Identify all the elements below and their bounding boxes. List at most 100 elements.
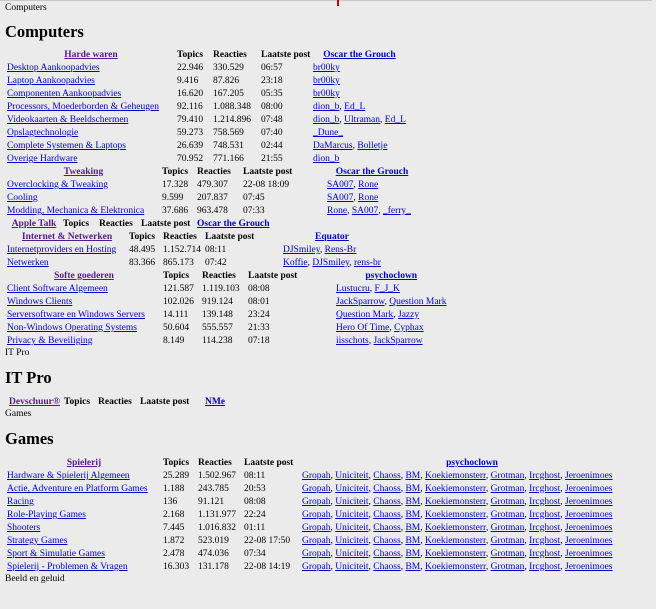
moderator-link[interactable]: dion_b — [313, 115, 339, 125]
forum-link[interactable]: Hardware & Spielerij Algemeen — [7, 471, 130, 481]
moderator-link[interactable]: Grotman — [491, 549, 525, 559]
forum-link[interactable]: Netwerken — [7, 258, 49, 268]
moderator-link[interactable]: Ircghost — [529, 471, 560, 481]
moderator-link[interactable]: Uniciteit — [335, 471, 368, 481]
group-link[interactable]: Harde waren — [64, 50, 117, 60]
forum-link[interactable]: Shooters — [7, 523, 40, 533]
moderator-link[interactable]: SA007 — [327, 180, 353, 190]
moderator-link[interactable]: Uniciteit — [335, 497, 368, 507]
moderator-link[interactable]: Gropah — [302, 523, 331, 533]
moderator-link[interactable]: Chaoss — [373, 523, 400, 533]
moderator-link[interactable]: Ircghost — [529, 536, 560, 546]
moderator-link[interactable]: Uniciteit — [335, 523, 368, 533]
moderator-link[interactable]: Bolletje — [357, 141, 387, 151]
group-moderator-link[interactable]: psychoclown — [446, 458, 498, 468]
moderator-link[interactable]: Chaoss — [373, 510, 400, 520]
moderator-link[interactable]: Jazzy — [398, 310, 419, 320]
moderator-link[interactable]: Gropah — [302, 510, 331, 520]
moderator-link[interactable]: Chaoss — [373, 562, 400, 572]
moderator-link[interactable]: Koekiemonsterr — [425, 471, 486, 481]
group-link[interactable]: Softe goederen — [54, 271, 114, 281]
moderator-link[interactable]: Grotman — [491, 536, 525, 546]
moderator-link[interactable]: Ircghost — [529, 497, 560, 507]
forum-link[interactable]: Overige Hardware — [7, 154, 77, 164]
moderator-link[interactable]: Gropah — [302, 497, 331, 507]
moderator-link[interactable]: br00ky — [313, 89, 340, 99]
moderator-link[interactable]: Koekiemonsterr — [425, 549, 486, 559]
moderator-link[interactable]: Uniciteit — [335, 510, 368, 520]
moderator-link[interactable]: Uniciteit — [335, 536, 368, 546]
moderator-link[interactable]: br00ky — [313, 76, 340, 86]
moderator-link[interactable]: Hero Of Time — [336, 323, 389, 333]
moderator-link[interactable]: Gropah — [302, 562, 331, 572]
moderator-link[interactable]: BM — [405, 484, 420, 494]
moderator-link[interactable]: BM — [405, 536, 420, 546]
forum-link[interactable]: Non-Windows Operating Systems — [7, 323, 137, 333]
moderator-link[interactable]: DJSmiley — [283, 245, 320, 255]
forum-link[interactable]: Cooling — [7, 193, 38, 203]
moderator-link[interactable]: BM — [405, 497, 420, 507]
moderator-link[interactable]: Koekiemonsterr — [425, 497, 486, 507]
moderator-link[interactable]: Grotman — [491, 484, 525, 494]
moderator-link[interactable]: Rone — [358, 180, 378, 190]
moderator-link[interactable]: _Dune_ — [313, 128, 343, 138]
group-link[interactable]: Spielerij — [67, 458, 101, 468]
moderator-link[interactable]: BM — [405, 562, 420, 572]
moderator-link[interactable]: Jeroenimoes — [565, 562, 613, 572]
moderator-link[interactable]: iisschots — [336, 336, 369, 346]
moderator-link[interactable]: Rens-Br — [325, 245, 357, 255]
group-moderator-link[interactable]: NMe — [205, 397, 225, 407]
moderator-link[interactable]: Jeroenimoes — [565, 523, 613, 533]
moderator-link[interactable]: Jeroenimoes — [565, 549, 613, 559]
moderator-link[interactable]: Ircghost — [529, 484, 560, 494]
moderator-link[interactable]: JackSparrow — [373, 336, 422, 346]
forum-link[interactable]: Client Software Algemeen — [7, 284, 108, 294]
moderator-link[interactable]: Grotman — [491, 510, 525, 520]
moderator-link[interactable]: Uniciteit — [335, 549, 368, 559]
moderator-link[interactable]: SA007 — [352, 206, 378, 216]
moderator-link[interactable]: JackSparrow — [336, 297, 384, 307]
moderator-link[interactable]: BM — [405, 523, 420, 533]
moderator-link[interactable]: br00ky — [313, 63, 340, 73]
moderator-link[interactable]: Grotman — [491, 497, 525, 507]
forum-link[interactable]: Videokaarten & Beeldschermen — [7, 115, 128, 125]
moderator-link[interactable]: Koekiemonsterr — [425, 536, 486, 546]
forum-link[interactable]: Spielerij - Problemen & Vragen — [7, 562, 128, 572]
moderator-link[interactable]: Ircghost — [529, 562, 560, 572]
forum-link[interactable]: Processors, Moederborden & Geheugen — [7, 102, 159, 112]
moderator-link[interactable]: dion_b — [313, 102, 339, 112]
group-moderator-link[interactable]: Equator — [315, 232, 349, 242]
moderator-link[interactable]: SA007 — [327, 193, 353, 203]
forum-link[interactable]: Desktop Aankoopadvies — [7, 63, 100, 73]
forum-link[interactable]: Sport & Simulatie Games — [7, 549, 105, 559]
moderator-link[interactable]: Question Mark — [389, 297, 446, 307]
moderator-link[interactable]: Jeroenimoes — [565, 471, 613, 481]
forum-link[interactable]: Actie, Adventure en Platform Games — [7, 484, 148, 494]
forum-link[interactable]: Racing — [7, 497, 34, 507]
moderator-link[interactable]: Ed_L — [344, 102, 365, 112]
forum-link[interactable]: Privacy & Beveiliging — [7, 336, 93, 346]
group-moderator-link[interactable]: Oscar the Grouch — [336, 167, 408, 177]
group-moderator-link[interactable]: Oscar the Grouch — [323, 50, 395, 60]
moderator-link[interactable]: Koekiemonsterr — [425, 523, 486, 533]
moderator-link[interactable]: Lustucru — [336, 284, 370, 294]
forum-link[interactable]: Serversoftware en Windows Servers — [7, 310, 145, 320]
group-moderator-link[interactable]: Oscar the Grouch — [197, 219, 269, 229]
moderator-link[interactable]: Koffie — [283, 258, 308, 268]
forum-link[interactable]: Componenten Aankoopadvies — [7, 89, 121, 99]
moderator-link[interactable]: Ircghost — [529, 549, 560, 559]
moderator-link[interactable]: Ultraman — [344, 115, 380, 125]
forum-link[interactable]: Windows Clients — [7, 297, 72, 307]
moderator-link[interactable]: Ed_L — [385, 115, 406, 125]
moderator-link[interactable]: DJSmiley — [312, 258, 349, 268]
group-link[interactable]: Apple Talk — [12, 219, 57, 229]
moderator-link[interactable]: Grotman — [491, 562, 525, 572]
moderator-link[interactable]: Rone — [327, 206, 347, 216]
moderator-link[interactable]: Gropah — [302, 549, 331, 559]
moderator-link[interactable]: Ircghost — [529, 510, 560, 520]
moderator-link[interactable]: BM — [405, 510, 420, 520]
moderator-link[interactable]: DaMarcus — [313, 141, 353, 151]
moderator-link[interactable]: Jeroenimoes — [565, 536, 613, 546]
moderator-link[interactable]: Question Mark — [336, 310, 393, 320]
forum-link[interactable]: Laptop Aankoopadvies — [7, 76, 95, 86]
